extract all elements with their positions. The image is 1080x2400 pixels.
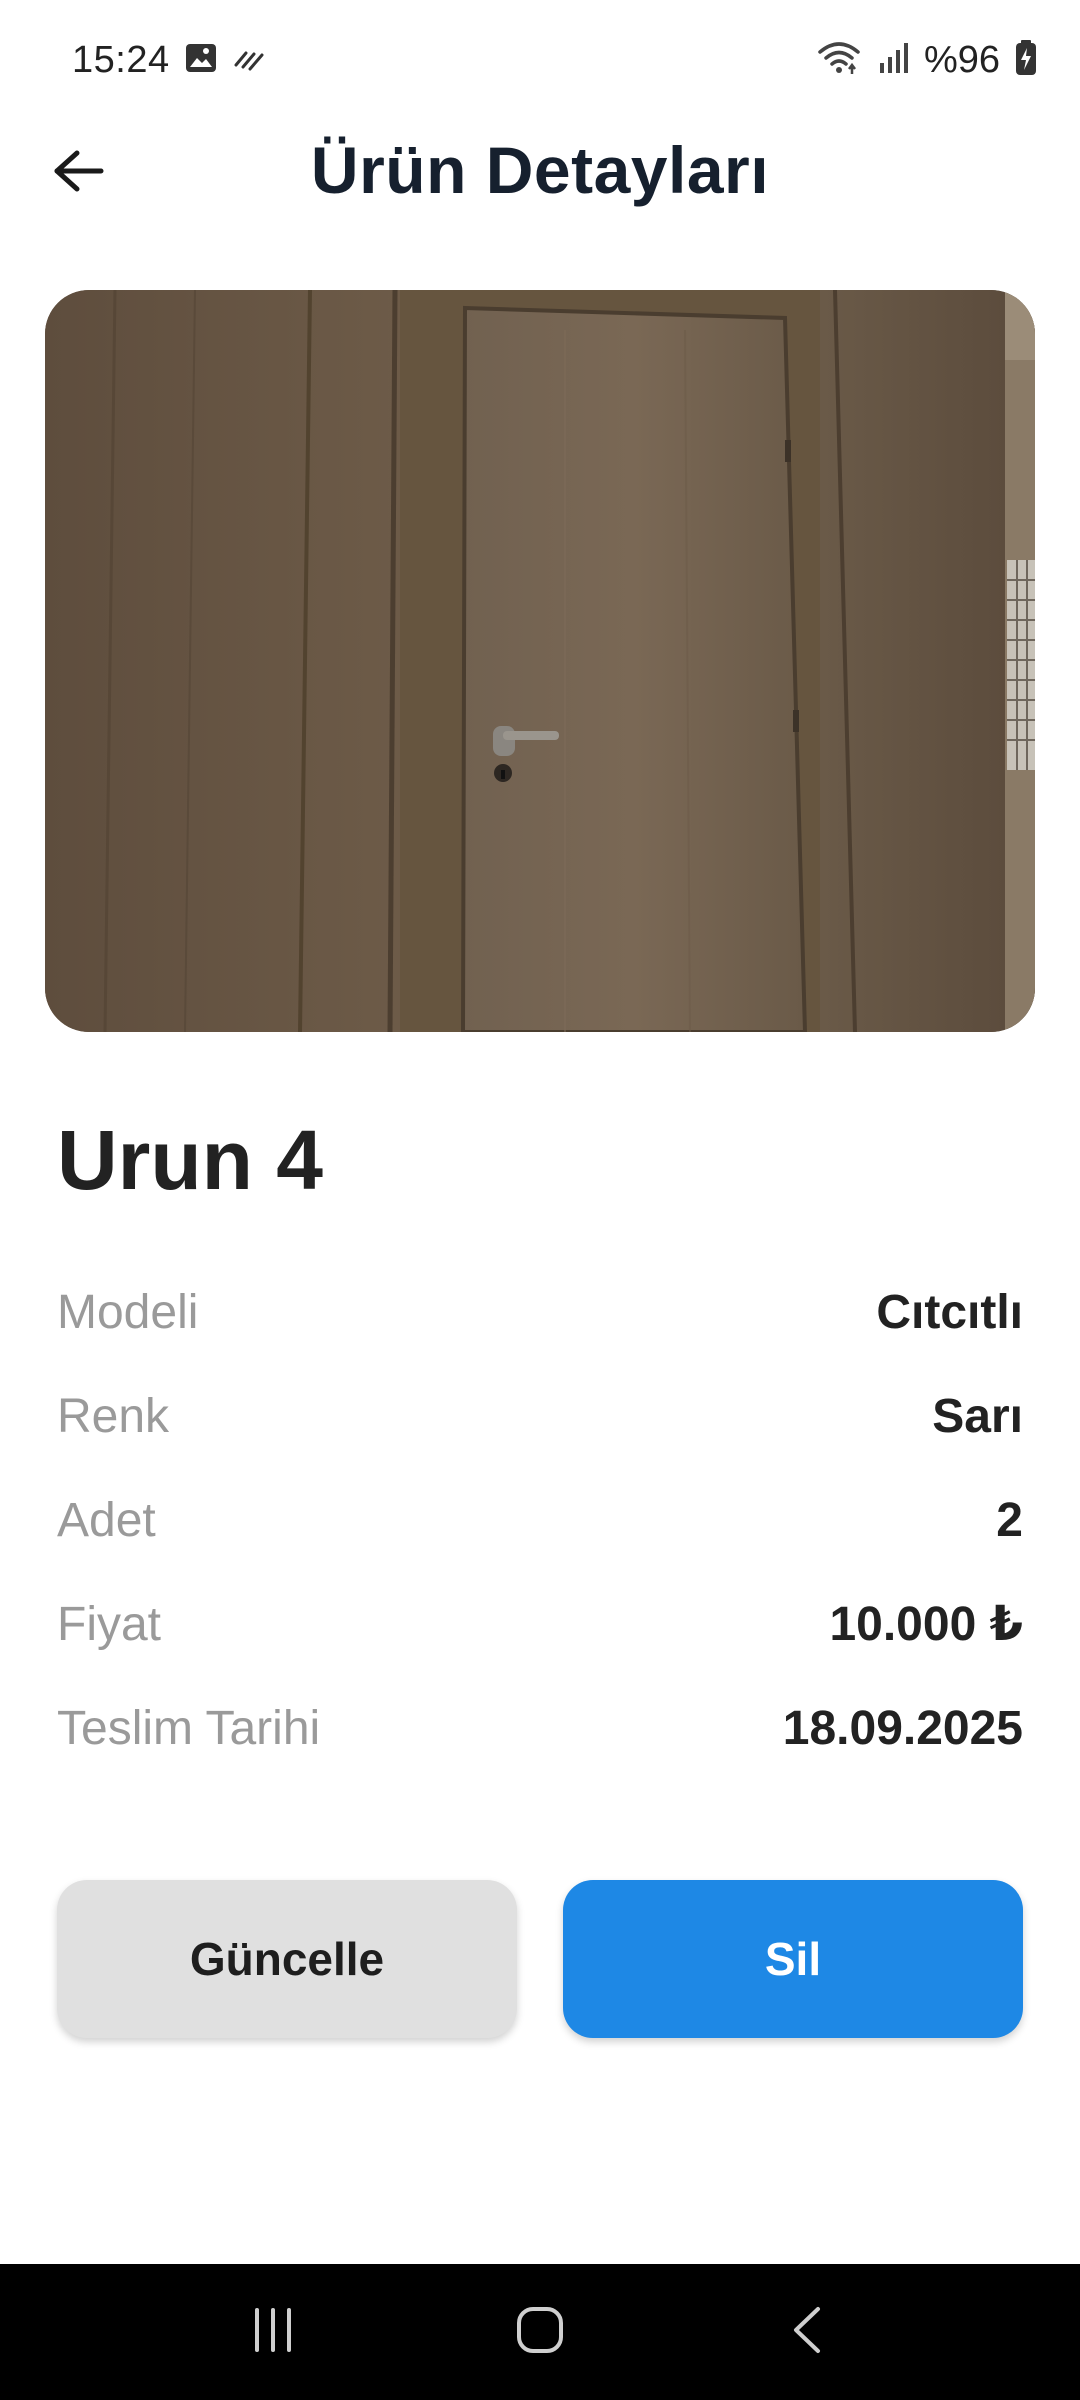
detail-row-price: Fiyat 10.000 ₺ xyxy=(57,1572,1023,1676)
detail-row-delivery-date: Teslim Tarihi 18.09.2025 xyxy=(57,1676,1023,1780)
product-details: Modeli Cıtcıtlı Renk Sarı Adet 2 Fiyat 1… xyxy=(57,1260,1023,1780)
detail-value: 2 xyxy=(996,1493,1023,1547)
product-image xyxy=(45,290,1035,1032)
status-bar: 15:24 %96 xyxy=(0,0,1080,120)
app-header: Ürün Detayları xyxy=(0,120,1080,220)
wifi-icon xyxy=(816,40,862,81)
page-title: Ürün Detayları xyxy=(310,133,770,207)
battery-charging-icon xyxy=(1014,39,1038,82)
battery-percent: %96 xyxy=(923,38,1000,81)
detail-value: 18.09.2025 xyxy=(782,1701,1023,1755)
arrow-left-icon xyxy=(53,149,105,198)
detail-row-quantity: Adet 2 xyxy=(57,1468,1023,1572)
back-button[interactable] xyxy=(44,138,114,208)
status-time: 15:24 xyxy=(72,38,170,81)
nav-back-button[interactable] xyxy=(757,2282,857,2382)
detail-label: Adet xyxy=(57,1493,156,1547)
action-buttons: Güncelle Sil xyxy=(57,1880,1023,2038)
status-left: 15:24 xyxy=(72,39,268,82)
detail-label: Teslim Tarihi xyxy=(57,1701,321,1755)
system-nav-bar xyxy=(0,2264,1080,2400)
detail-value: Sarı xyxy=(932,1389,1023,1443)
status-right: %96 xyxy=(816,39,1038,82)
product-name: Urun 4 xyxy=(57,1113,324,1207)
detail-label: Modeli xyxy=(57,1285,199,1339)
detail-value: 10.000 ₺ xyxy=(829,1598,1023,1651)
update-button[interactable]: Güncelle xyxy=(57,1880,517,2038)
detail-value: Cıtcıtlı xyxy=(876,1285,1023,1339)
recent-apps-icon xyxy=(248,2307,298,2358)
door-photo xyxy=(45,290,1035,1032)
detail-label: Fiyat xyxy=(57,1597,162,1651)
signal-icon xyxy=(876,41,910,80)
recent-apps-button[interactable] xyxy=(223,2282,323,2382)
back-icon xyxy=(790,2305,824,2360)
detail-row-model: Modeli Cıtcıtlı xyxy=(57,1260,1023,1364)
image-icon xyxy=(184,41,218,80)
delete-button[interactable]: Sil xyxy=(563,1880,1023,2038)
home-icon xyxy=(515,2305,565,2360)
detail-label: Renk xyxy=(57,1389,170,1443)
swipe-notification-icon xyxy=(232,43,268,78)
home-button[interactable] xyxy=(490,2282,590,2382)
screen: 15:24 %96 Ürün Detayları Urun 4 Modeli C… xyxy=(0,0,1080,2400)
detail-row-color: Renk Sarı xyxy=(57,1364,1023,1468)
